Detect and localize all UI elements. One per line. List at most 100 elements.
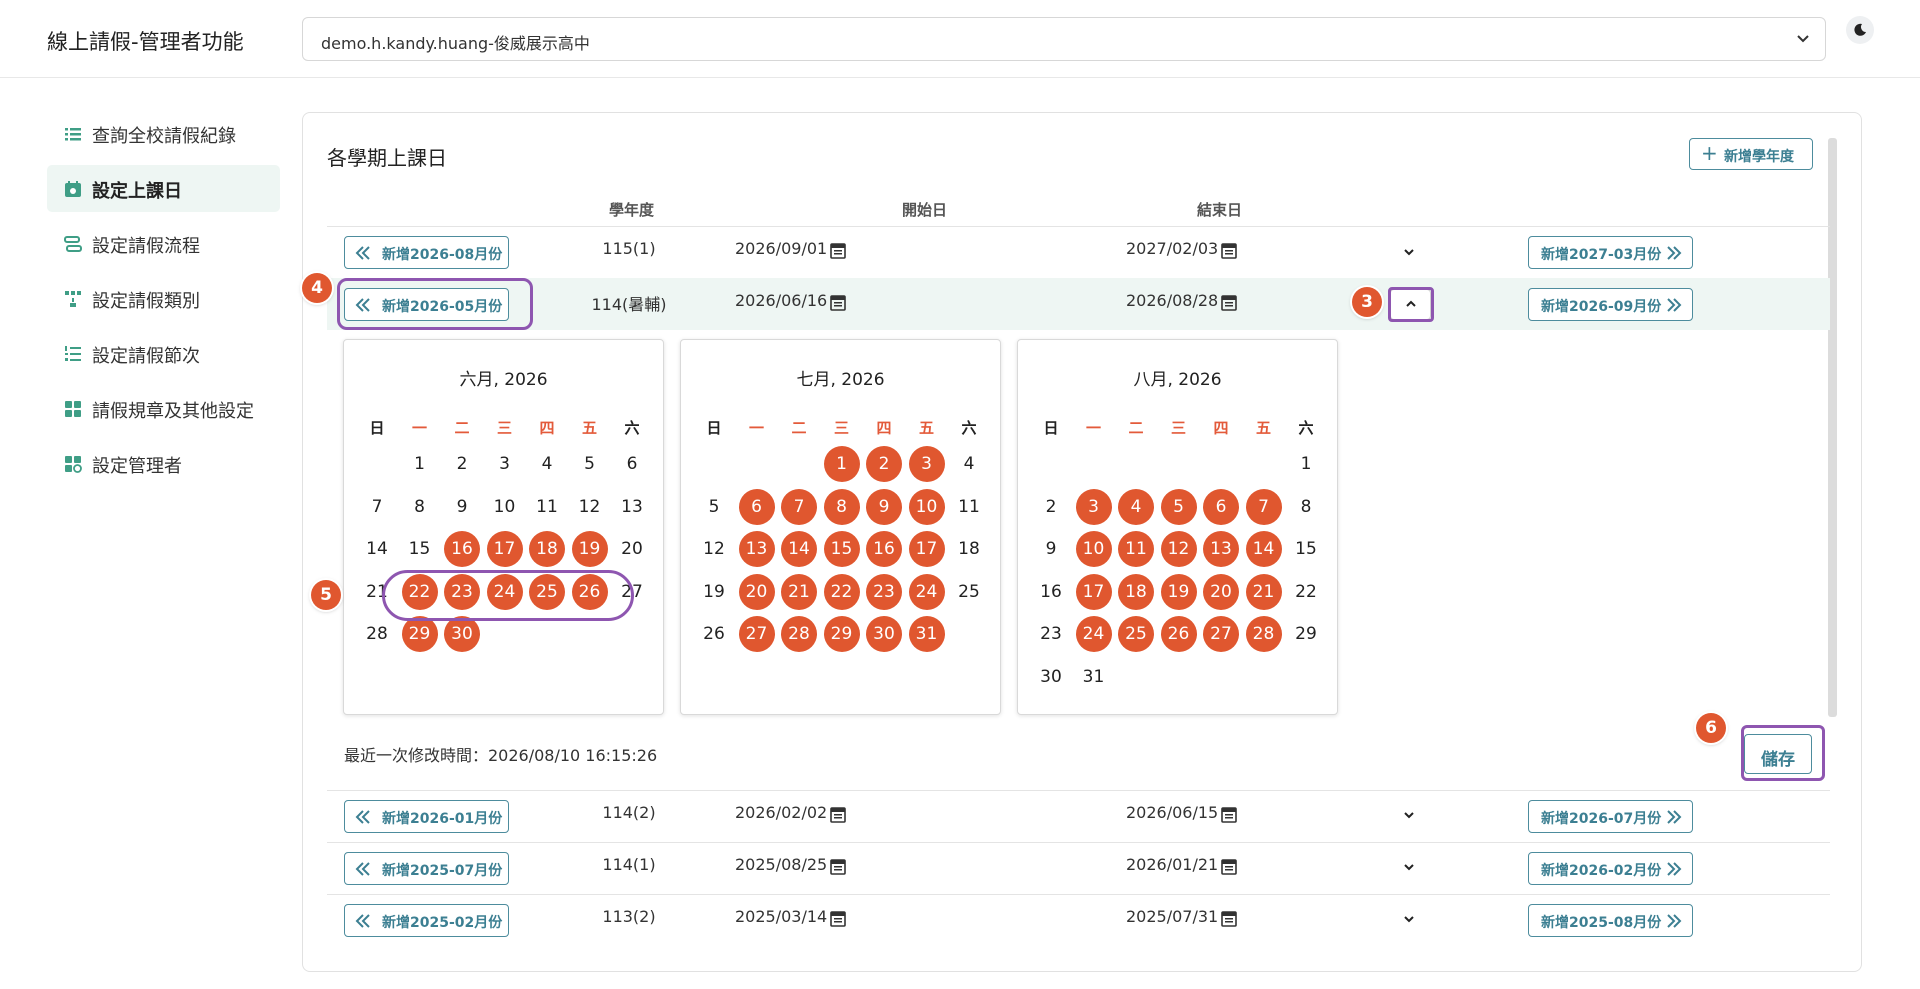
calendar-day-selected[interactable]: 21 — [1245, 573, 1282, 610]
calendar-day[interactable]: 11 — [529, 489, 565, 525]
expand-chevron-down-icon[interactable] — [1399, 909, 1419, 929]
calendar-day-selected[interactable]: 7 — [1245, 488, 1282, 525]
calendar-day[interactable]: 3 — [487, 446, 523, 482]
calendar-day-selected[interactable]: 17 — [1075, 573, 1112, 610]
calendar-day-selected[interactable]: 13 — [738, 531, 775, 567]
calendar-day[interactable]: 12 — [572, 489, 608, 525]
add-next-month-button[interactable]: 新增2026-02月份 — [1528, 852, 1693, 885]
calendar-day-selected[interactable]: 20 — [1203, 573, 1239, 610]
calendar-icon[interactable] — [1221, 910, 1237, 927]
sidebar-item-admins[interactable]: 設定管理者 — [47, 440, 280, 487]
calendar-day-selected[interactable]: 16 — [866, 531, 902, 567]
calendar-icon[interactable] — [830, 242, 846, 259]
calendar-day[interactable]: 20 — [614, 531, 650, 567]
calendar-day-selected[interactable]: 19 — [571, 531, 608, 567]
calendar-day[interactable]: 28 — [359, 616, 395, 652]
calendar-day[interactable]: 4 — [529, 446, 565, 482]
calendar-icon[interactable] — [1221, 858, 1237, 875]
sidebar-item-leave-rules[interactable]: 請假規章及其他設定 — [47, 385, 280, 432]
calendar-day[interactable]: 1 — [1288, 446, 1324, 482]
expand-chevron-down-icon[interactable] — [1399, 857, 1419, 877]
add-next-month-button[interactable]: 新增2026-07月份 — [1528, 800, 1693, 833]
calendar-day[interactable]: 14 — [359, 531, 395, 567]
calendar-day[interactable]: 9 — [1033, 531, 1069, 567]
calendar-day-selected[interactable]: 3 — [908, 446, 945, 482]
calendar-day-selected[interactable]: 17 — [908, 531, 945, 567]
calendar-day-selected[interactable]: 24 — [1075, 616, 1112, 652]
calendar-day-selected[interactable]: 29 — [823, 616, 860, 652]
calendar-day-selected[interactable]: 30 — [444, 616, 480, 652]
calendar-icon[interactable] — [830, 294, 846, 311]
calendar-day[interactable]: 10 — [487, 489, 523, 525]
calendar-day-selected[interactable]: 4 — [1118, 488, 1154, 525]
calendar-day-selected[interactable]: 26 — [1160, 616, 1197, 652]
calendar-day-selected[interactable]: 28 — [1245, 616, 1282, 652]
calendar-day-selected[interactable]: 13 — [1203, 531, 1239, 567]
calendar-day[interactable]: 23 — [1033, 616, 1069, 652]
add-previous-month-button[interactable]: 新增2026-08月份 — [344, 236, 509, 269]
calendar-day[interactable]: 9 — [444, 489, 480, 525]
sidebar-item-leave-flow[interactable]: 設定請假流程 — [47, 220, 280, 267]
calendar-icon[interactable] — [1221, 242, 1237, 259]
calendar-day-selected[interactable]: 17 — [486, 531, 523, 567]
calendar-day[interactable]: 5 — [572, 446, 608, 482]
calendar-day[interactable]: 25 — [951, 574, 987, 610]
calendar-day-selected[interactable]: 7 — [781, 488, 817, 525]
calendar-day-selected[interactable]: 25 — [1118, 616, 1154, 652]
calendar-day-selected[interactable]: 21 — [781, 573, 817, 610]
sidebar-item-leave-category[interactable]: 設定請假類別 — [47, 275, 280, 322]
calendar-day[interactable]: 29 — [1288, 616, 1324, 652]
add-previous-month-button[interactable]: 新增2026-01月份 — [344, 800, 509, 833]
calendar-day[interactable]: 30 — [1033, 659, 1069, 695]
calendar-day[interactable]: 8 — [402, 489, 438, 525]
calendar-day[interactable]: 15 — [1288, 531, 1324, 567]
calendar-day[interactable]: 19 — [696, 574, 732, 610]
add-previous-month-button[interactable]: 新增2025-07月份 — [344, 852, 509, 885]
sidebar-item-leave-records[interactable]: 查詢全校請假紀錄 — [47, 110, 280, 157]
calendar-icon[interactable] — [1221, 294, 1237, 311]
calendar-day[interactable]: 7 — [359, 489, 395, 525]
calendar-day-selected[interactable]: 15 — [823, 531, 860, 567]
calendar-day-selected[interactable]: 10 — [908, 488, 945, 525]
calendar-day[interactable]: 13 — [614, 489, 650, 525]
theme-toggle-button[interactable] — [1846, 16, 1874, 44]
calendar-day[interactable]: 1 — [402, 446, 438, 482]
calendar-day[interactable]: 4 — [951, 446, 987, 482]
calendar-day[interactable]: 12 — [696, 531, 732, 567]
calendar-day[interactable]: 2 — [1033, 489, 1069, 525]
calendar-day-selected[interactable]: 9 — [866, 488, 902, 525]
calendar-day-selected[interactable]: 6 — [1203, 488, 1239, 525]
calendar-day-selected[interactable]: 10 — [1075, 531, 1112, 567]
calendar-day-selected[interactable]: 18 — [1118, 573, 1154, 610]
calendar-day-selected[interactable]: 29 — [401, 616, 438, 652]
calendar-day-selected[interactable]: 3 — [1075, 488, 1112, 525]
add-school-year-button[interactable]: + 新增學年度 — [1689, 138, 1813, 170]
calendar-day[interactable]: 31 — [1076, 659, 1112, 695]
calendar-day-selected[interactable]: 11 — [1118, 531, 1154, 567]
calendar-day[interactable]: 2 — [444, 446, 480, 482]
add-next-month-button[interactable]: 新增2025-08月份 — [1528, 904, 1693, 937]
calendar-day-selected[interactable]: 14 — [1245, 531, 1282, 567]
calendar-day[interactable]: 18 — [951, 531, 987, 567]
add-previous-month-button[interactable]: 新增2025-02月份 — [344, 904, 509, 937]
calendar-day[interactable]: 26 — [696, 616, 732, 652]
calendar-day-selected[interactable]: 5 — [1160, 488, 1197, 525]
calendar-day-selected[interactable]: 14 — [781, 531, 817, 567]
calendar-day-selected[interactable]: 12 — [1160, 531, 1197, 567]
add-next-month-button[interactable]: 新增2026-09月份 — [1528, 288, 1693, 321]
calendar-day-selected[interactable]: 28 — [781, 616, 817, 652]
calendar-day[interactable]: 6 — [614, 446, 650, 482]
sidebar-item-leave-periods[interactable]: 設定請假節次 — [47, 330, 280, 377]
calendar-day-selected[interactable]: 6 — [738, 488, 775, 525]
calendar-day-selected[interactable]: 1 — [823, 446, 860, 482]
calendar-day-selected[interactable]: 31 — [908, 616, 945, 652]
calendar-day[interactable]: 8 — [1288, 489, 1324, 525]
calendar-day-selected[interactable]: 30 — [866, 616, 902, 652]
calendar-icon[interactable] — [830, 806, 846, 823]
add-next-month-button[interactable]: 新增2027-03月份 — [1528, 236, 1693, 269]
calendar-day-selected[interactable]: 27 — [738, 616, 775, 652]
calendar-icon[interactable] — [1221, 806, 1237, 823]
calendar-icon[interactable] — [830, 910, 846, 927]
calendar-day-selected[interactable]: 20 — [738, 573, 775, 610]
school-select[interactable]: demo.h.kandy.huang-俊威展示高中 — [302, 17, 1826, 61]
